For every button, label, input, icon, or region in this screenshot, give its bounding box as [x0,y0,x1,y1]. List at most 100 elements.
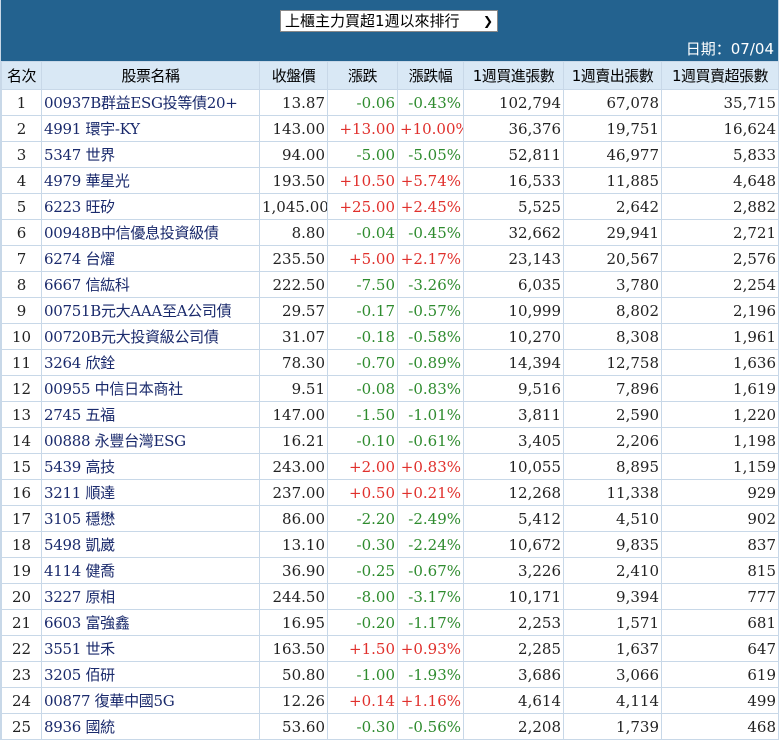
ranking-type-select[interactable]: 上櫃主力買超1週以來排行 ❯ [280,10,498,32]
col-close[interactable]: 收盤價 [259,61,328,90]
buy-volume: 102,794 [463,89,564,116]
buy-volume: 10,055 [463,453,564,480]
change: -0.70 [327,349,398,376]
change: -7.50 [327,271,398,298]
rank: 19 [1,557,42,584]
col-buy[interactable]: 1週買進張數 [463,61,564,90]
net-volume: 2,576 [661,245,779,272]
table-row: 12 00955 中信日本商社 9.51 -0.08 -0.83% 9,516 7,896 1… [1,375,779,402]
col-rank[interactable]: 名次 [1,61,42,90]
stock-link[interactable]: 4991 環宇-KY [41,115,260,142]
stock-link[interactable]: 5439 高技 [41,453,260,480]
stock-link[interactable]: 00948B中信優息投資級債 [41,219,260,246]
table-row: 2 4991 環宇-KY 143.00 +13.00 +10.00% 36,376 19,7… [1,115,779,142]
change-pct: -2.24% [397,531,464,558]
change-pct: -0.56% [397,713,464,740]
change: -0.18 [327,323,398,350]
change: -0.06 [327,89,398,116]
sell-volume: 11,338 [563,479,662,506]
close-price: 16.21 [259,427,328,454]
buy-volume: 14,394 [463,349,564,376]
rank: 22 [1,635,42,662]
close-price: 13.10 [259,531,328,558]
stock-link[interactable]: 00720B元大投資級公司債 [41,323,260,350]
sell-volume: 11,885 [563,167,662,194]
stock-link[interactable]: 00955 中信日本商社 [41,375,260,402]
table-row: 22 3551 世禾 163.50 +1.50 +0.93% 2,285 1,637 647 [1,635,779,662]
stock-link[interactable]: 3105 穩懋 [41,505,260,532]
close-price: 193.50 [259,167,328,194]
stock-link[interactable]: 3551 世禾 [41,635,260,662]
stock-link[interactable]: 6667 信紘科 [41,271,260,298]
stock-link[interactable]: 00937B群益ESG投等債20+ [41,89,260,116]
change-pct: +2.17% [397,245,464,272]
stock-link[interactable]: 3211 順達 [41,479,260,506]
buy-volume: 3,811 [463,401,564,428]
stock-link[interactable]: 3264 欣銓 [41,349,260,376]
table-row: 8 6667 信紘科 222.50 -7.50 -3.26% 6,035 3,780 2,25… [1,271,779,298]
rank: 1 [1,89,42,116]
rank: 11 [1,349,42,376]
table-row: 3 5347 世界 94.00 -5.00 -5.05% 52,811 46,977 5,83… [1,141,779,168]
stock-link[interactable]: 8936 國統 [41,713,260,740]
close-price: 12.26 [259,687,328,714]
stock-link[interactable]: 00877 復華中國5G [41,687,260,714]
buy-volume: 3,686 [463,661,564,688]
col-change[interactable]: 漲跌 [327,61,398,90]
col-change-pct[interactable]: 漲跌幅 [397,61,464,90]
table-row: 20 3227 原相 244.50 -8.00 -3.17% 10,171 9,394 777 [1,583,779,610]
buy-volume: 12,268 [463,479,564,506]
stock-link[interactable]: 00888 永豐台灣ESG [41,427,260,454]
net-volume: 619 [661,661,779,688]
table-row: 11 3264 欣銓 78.30 -0.70 -0.89% 14,394 12,758 1,6… [1,349,779,376]
table-row: 14 00888 永豐台灣ESG 16.21 -0.10 -0.61% 3,405 2,20… [1,427,779,454]
change-pct: -1.93% [397,661,464,688]
sell-volume: 3,780 [563,271,662,298]
stock-link[interactable]: 4979 華星光 [41,167,260,194]
net-volume: 777 [661,583,779,610]
close-price: 16.95 [259,609,328,636]
stock-link[interactable]: 3205 佰研 [41,661,260,688]
buy-volume: 16,533 [463,167,564,194]
buy-volume: 2,285 [463,635,564,662]
col-sell[interactable]: 1週賣出張數 [563,61,662,90]
rank: 2 [1,115,42,142]
rank: 10 [1,323,42,350]
col-stock-name[interactable]: 股票名稱 [41,61,260,90]
rank: 23 [1,661,42,688]
close-price: 243.00 [259,453,328,480]
sell-volume: 9,835 [563,531,662,558]
stock-link[interactable]: 6603 富強鑫 [41,609,260,636]
stock-link[interactable]: 5498 凱崴 [41,531,260,558]
rank: 5 [1,193,42,220]
stock-link[interactable]: 6274 台燿 [41,245,260,272]
change: -0.30 [327,713,398,740]
table-row: 13 2745 五福 147.00 -1.50 -1.01% 3,811 2,590 1,22… [1,401,779,428]
change-pct: +10.00% [397,115,464,142]
table-row: 23 3205 佰研 50.80 -1.00 -1.93% 3,686 3,066 619 [1,661,779,688]
change: +0.50 [327,479,398,506]
rank: 25 [1,713,42,740]
stock-link[interactable]: 4114 健喬 [41,557,260,584]
change: -0.20 [327,609,398,636]
buy-volume: 4,614 [463,687,564,714]
table-row: 4 4979 華星光 193.50 +10.50 +5.74% 16,533 11,885 4… [1,167,779,194]
net-volume: 16,624 [661,115,779,142]
stock-link[interactable]: 6223 旺矽 [41,193,260,220]
rank: 20 [1,583,42,610]
stock-link[interactable]: 3227 原相 [41,583,260,610]
change: -0.08 [327,375,398,402]
stock-link[interactable]: 5347 世界 [41,141,260,168]
buy-volume: 5,525 [463,193,564,220]
stock-link[interactable]: 2745 五福 [41,401,260,428]
change-pct: -1.01% [397,401,464,428]
net-volume: 2,882 [661,193,779,220]
change-pct: -0.58% [397,323,464,350]
table-row: 19 4114 健喬 36.90 -0.25 -0.67% 3,226 2,410 815 [1,557,779,584]
table-row: 10 00720B元大投資級公司債 31.07 -0.18 -0.58% 10,270 8,… [1,323,779,350]
close-price: 244.50 [259,583,328,610]
net-volume: 837 [661,531,779,558]
stock-link[interactable]: 00751B元大AAA至A公司債 [41,297,260,324]
sell-volume: 8,895 [563,453,662,480]
col-net[interactable]: 1週買賣超張數 [661,61,779,90]
